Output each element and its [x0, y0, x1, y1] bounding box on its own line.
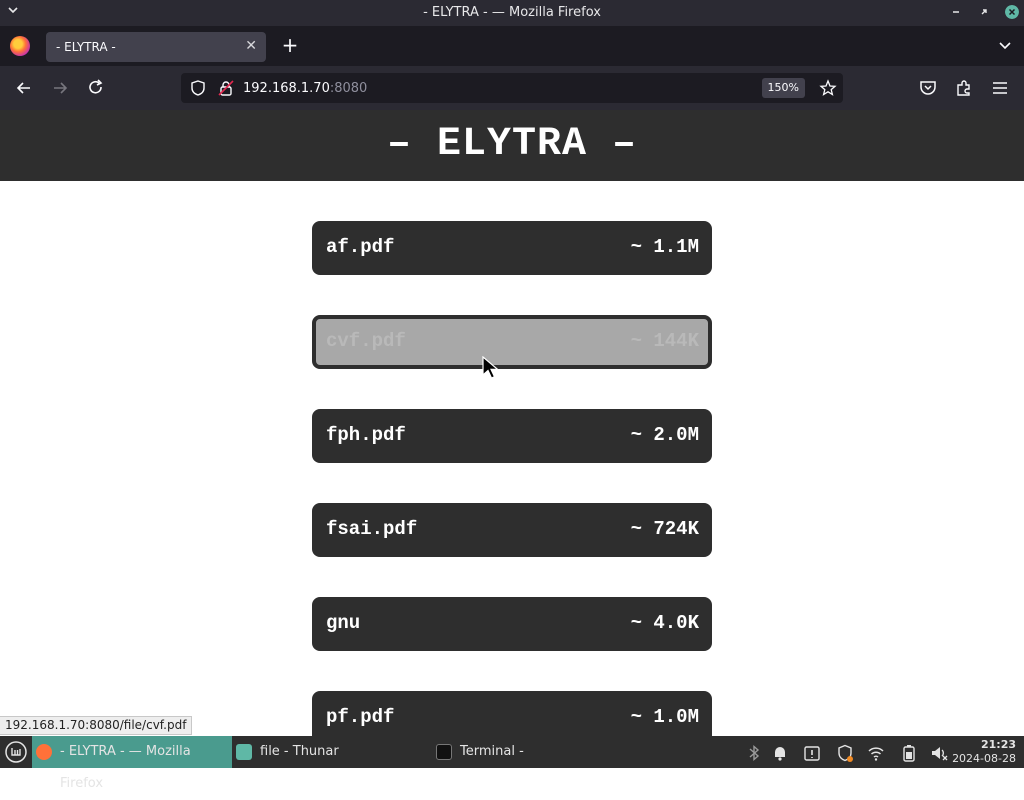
restore-icon[interactable] — [977, 5, 991, 19]
wifi-icon[interactable] — [867, 744, 885, 762]
list-all-tabs-icon[interactable] — [998, 38, 1012, 52]
taskbar-item-label: - ELYTRA - — Mozilla Firefox — [60, 744, 191, 791]
taskbar: - ELYTRA - — Mozilla Firefox file - Thun… — [0, 736, 1024, 791]
tab-title: - ELYTRA - — [56, 40, 116, 54]
bookmark-star-icon[interactable] — [819, 79, 837, 97]
tab-elytra[interactable]: - ELYTRA - ✕ — [46, 32, 266, 62]
file-name: fsai.pdf — [326, 518, 418, 540]
file-size: ~ 1.0M — [630, 706, 699, 728]
terminal-icon — [436, 744, 452, 760]
mouse-pointer-icon — [482, 356, 500, 379]
taskbar-item-label: Terminal - — [460, 744, 524, 759]
file-item-gnu[interactable]: gnu ~ 4.0K — [312, 597, 712, 651]
url-text[interactable]: 192.168.1.70:8080 — [243, 81, 367, 96]
update-manager-icon[interactable] — [803, 744, 821, 762]
navigation-toolbar: 192.168.1.70:8080 150% — [0, 66, 1024, 110]
hamburger-menu-icon[interactable] — [990, 78, 1010, 98]
insecure-lock-icon[interactable] — [217, 79, 235, 97]
file-name: af.pdf — [326, 236, 395, 258]
clock[interactable]: 21:23 2024-08-28 — [952, 738, 1016, 766]
file-name: fph.pdf — [326, 424, 406, 446]
taskbar-item-thunar[interactable]: file - Thunar — [232, 736, 428, 768]
url-host: 192.168.1.70 — [243, 81, 330, 96]
security-shield-icon[interactable] — [836, 744, 854, 762]
clock-time: 21:23 — [980, 738, 1016, 751]
start-menu-icon[interactable] — [5, 741, 27, 763]
file-size: ~ 724K — [630, 518, 699, 540]
file-size: ~ 4.0K — [630, 612, 699, 634]
file-item-cvf-pdf[interactable]: cvf.pdf ~ 144K — [312, 315, 712, 369]
file-name: pf.pdf — [326, 706, 395, 728]
minimize-icon[interactable] — [949, 5, 963, 19]
forward-icon[interactable] — [50, 78, 70, 98]
link-status-url: 192.168.1.70:8080/file/cvf.pdf — [0, 716, 193, 735]
folder-icon — [236, 744, 252, 760]
extensions-icon[interactable] — [954, 78, 974, 98]
firefox-icon — [36, 744, 52, 760]
close-tab-icon[interactable]: ✕ — [245, 38, 257, 54]
file-size: ~ 1.1M — [630, 236, 699, 258]
tab-strip: - ELYTRA - ✕ + — [0, 26, 1024, 66]
file-name: cvf.pdf — [326, 330, 406, 352]
window-titlebar: - ELYTRA - — Mozilla Firefox — [0, 0, 1024, 26]
new-tab-button[interactable]: + — [280, 35, 300, 56]
clock-date: 2024-08-28 — [952, 752, 1016, 765]
page-header: – ELYTRA – — [0, 110, 1024, 181]
file-item-af-pdf[interactable]: af.pdf ~ 1.1M — [312, 221, 712, 275]
file-size: ~ 2.0M — [630, 424, 699, 446]
window-title: - ELYTRA - — Mozilla Firefox — [423, 5, 601, 20]
taskbar-item-firefox[interactable]: - ELYTRA - — Mozilla Firefox — [32, 736, 232, 791]
taskbar-item-label: file - Thunar — [260, 744, 339, 759]
url-port: :8080 — [329, 81, 368, 96]
back-icon[interactable] — [14, 78, 34, 98]
file-size: ~ 144K — [630, 330, 699, 352]
bluetooth-icon[interactable] — [745, 744, 763, 762]
notifications-bell-icon[interactable] — [771, 744, 789, 762]
file-item-fsai-pdf[interactable]: fsai.pdf ~ 724K — [312, 503, 712, 557]
pocket-icon[interactable] — [918, 78, 938, 98]
firefox-logo-icon — [10, 36, 30, 56]
zoom-indicator[interactable]: 150% — [761, 78, 805, 98]
volume-muted-icon[interactable] — [930, 744, 948, 762]
file-name: gnu — [326, 612, 361, 634]
battery-icon[interactable] — [900, 744, 918, 762]
taskbar-item-terminal[interactable]: Terminal - — [432, 736, 628, 768]
page-title: – ELYTRA – — [386, 122, 638, 167]
file-item-fph-pdf[interactable]: fph.pdf ~ 2.0M — [312, 409, 712, 463]
address-bar[interactable]: 192.168.1.70:8080 150% — [181, 73, 843, 103]
shield-icon[interactable] — [189, 79, 207, 97]
close-window-icon[interactable] — [1005, 5, 1019, 19]
reload-icon[interactable] — [86, 78, 106, 98]
